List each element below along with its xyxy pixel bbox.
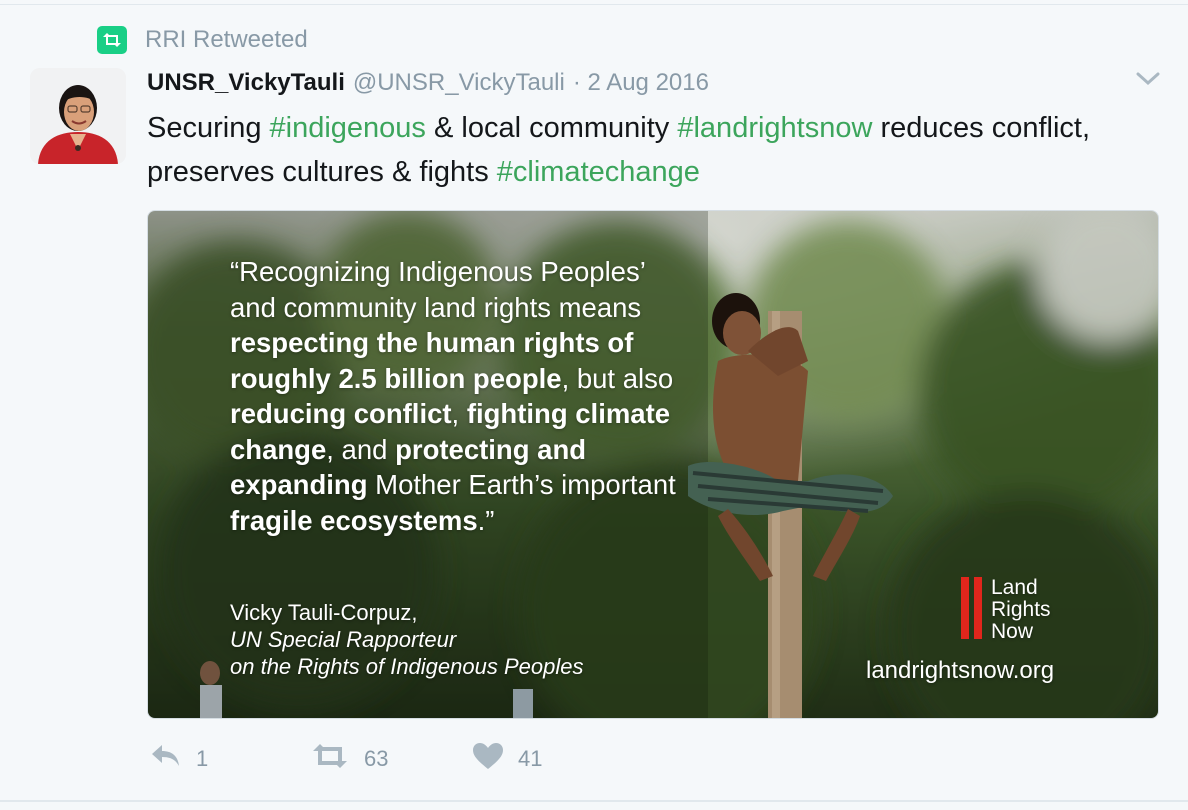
logo-bars-icon	[961, 577, 987, 639]
retweet-count: 63	[364, 745, 389, 771]
land-rights-now-logo: Land Rights Now	[961, 577, 1051, 643]
reply-icon	[150, 743, 182, 774]
like-button[interactable]: 41	[472, 742, 542, 775]
tweet-text: Securing #indigenous & local community #…	[147, 106, 1147, 194]
like-count: 41	[518, 745, 543, 771]
quote-part: “Recognizing Indigenous Peoples’ and com…	[230, 256, 645, 323]
heart-icon	[472, 742, 504, 775]
logo-line: Now	[991, 620, 1034, 643]
tweet-media-image[interactable]: “Recognizing Indigenous Peoples’ and com…	[147, 210, 1159, 719]
bottom-divider	[0, 800, 1188, 802]
attribution-title-2: on the Rights of Indigenous Peoples	[230, 654, 584, 679]
retweet-icon	[310, 743, 350, 774]
retweet-button[interactable]: 63	[310, 743, 472, 774]
timestamp[interactable]: · 2 Aug 2016	[573, 69, 709, 97]
quote-part: Mother Earth’s important	[367, 469, 676, 500]
attribution-name: Vicky Tauli-Corpuz,	[230, 600, 418, 625]
reply-count: 1	[196, 745, 209, 771]
tweet-actions: 1 63 41	[150, 742, 542, 775]
hashtag-climatechange[interactable]: #climatechange	[497, 156, 700, 188]
reply-button[interactable]: 1	[150, 743, 310, 774]
logo-text: Land Rights Now	[991, 577, 1051, 643]
hashtag-landrightsnow[interactable]: #landrightsnow	[677, 112, 872, 144]
quote-part: ,	[451, 398, 467, 429]
chevron-down-icon[interactable]	[1135, 70, 1161, 88]
retweet-context-text[interactable]: RRI Retweeted	[145, 26, 308, 54]
quote-part: , but also	[561, 362, 674, 394]
logo-line: Land	[991, 576, 1038, 599]
quote-part: .”	[477, 504, 495, 536]
attribution-title-1: UN Special Rapporteur	[230, 627, 457, 652]
quote-attribution: Vicky Tauli-Corpuz, UN Special Rapporteu…	[230, 599, 583, 680]
handle[interactable]: @UNSR_VickyTauli	[353, 69, 565, 97]
logo-bar	[961, 577, 969, 639]
retweet-icon	[97, 26, 127, 54]
quote-bold: fragile ecosystems	[230, 504, 478, 536]
tweet-text-part: Securing	[147, 112, 270, 144]
hashtag-indigenous[interactable]: #indigenous	[270, 112, 426, 144]
top-divider	[0, 4, 1188, 5]
quote-bold: reducing conflict	[230, 398, 452, 429]
logo-url: landrightsnow.org	[866, 657, 1055, 684]
display-name[interactable]: UNSR_VickyTauli	[147, 69, 345, 97]
quote-part: , and	[326, 433, 396, 465]
tweet-text-part: & local community	[425, 112, 678, 144]
tweet-header: UNSR_VickyTauli @UNSR_VickyTauli · 2 Aug…	[147, 66, 709, 100]
logo-line: Rights	[991, 598, 1051, 621]
image-quote: “Recognizing Indigenous Peoples’ and com…	[230, 254, 690, 538]
avatar[interactable]	[30, 68, 126, 164]
retweet-context: RRI Retweeted	[97, 26, 308, 54]
logo-bar	[974, 577, 982, 639]
